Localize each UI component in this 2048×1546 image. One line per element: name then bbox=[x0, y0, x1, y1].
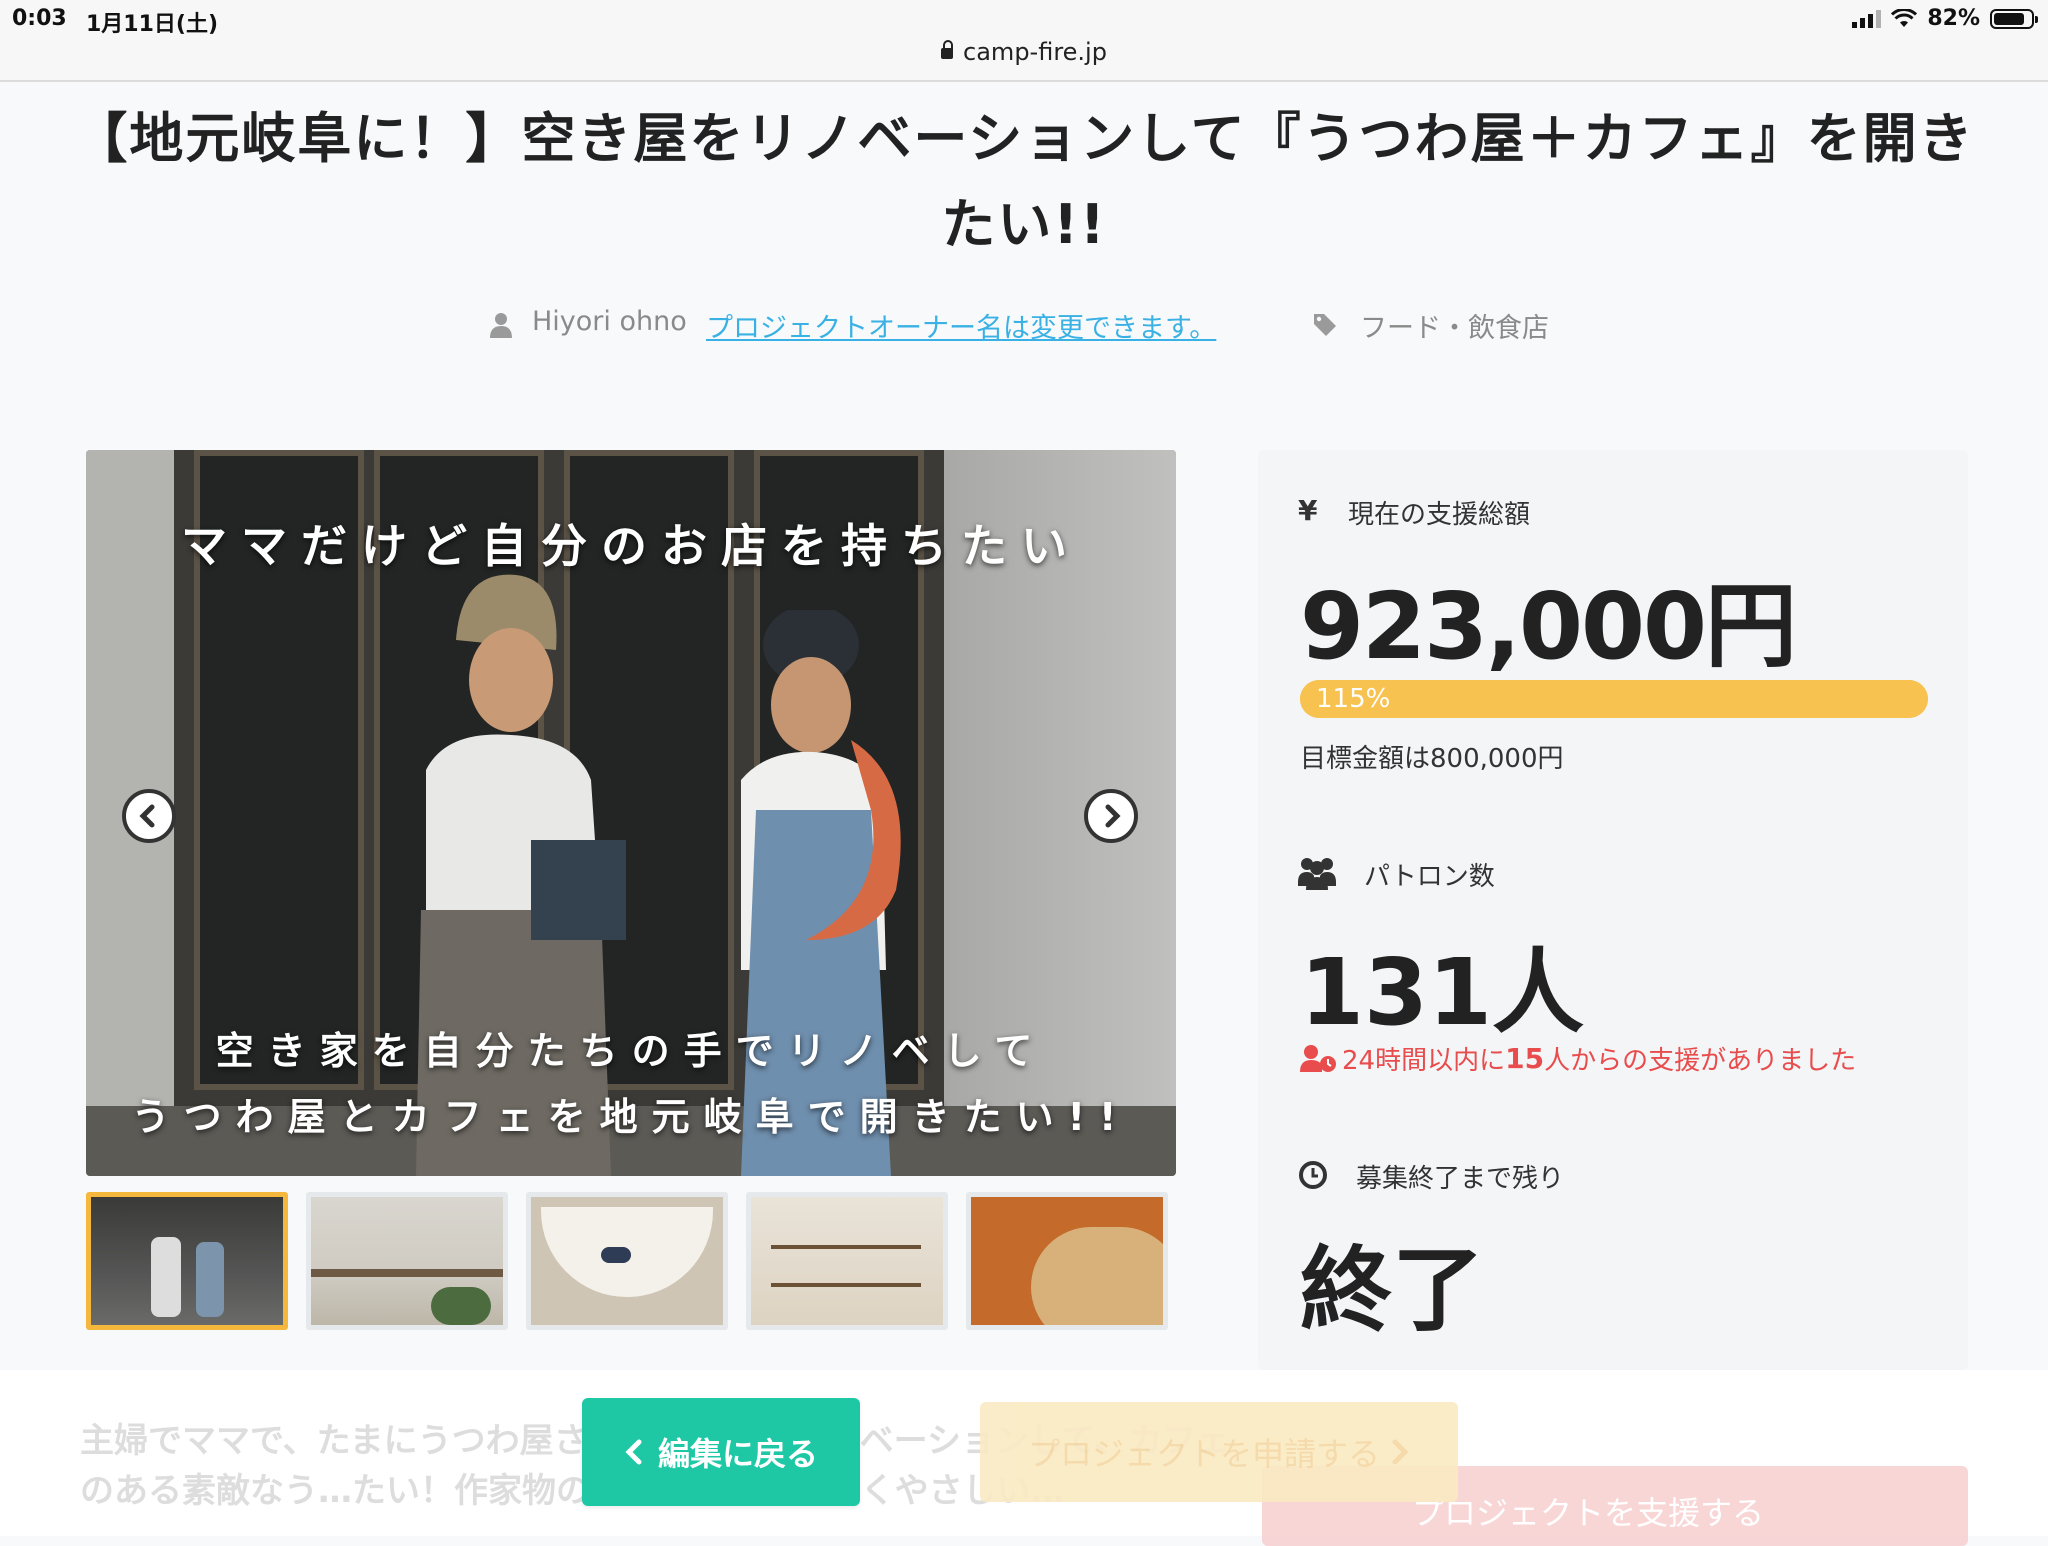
prev-slide-button[interactable] bbox=[122, 789, 176, 843]
amount-value: 923,000円 bbox=[1300, 573, 1797, 680]
yen-icon: ¥ bbox=[1298, 494, 1318, 527]
thumbnail-1[interactable] bbox=[86, 1192, 288, 1330]
image-caption-bottom-1: 空き家を自分たちの手でリノベして bbox=[215, 1029, 1047, 1073]
apply-project-button[interactable]: プロジェクトを申請する bbox=[980, 1402, 1458, 1502]
progress-percent: 115% bbox=[1316, 684, 1391, 714]
project-title: 【地元岐阜に！】空き屋をリノベーションして『うつわ屋＋カフェ』を開きたい!! bbox=[73, 107, 1975, 256]
back-label: 編集に戻る bbox=[657, 1435, 818, 1473]
battery-icon bbox=[1990, 8, 2038, 29]
chevron-right-icon bbox=[1392, 1439, 1409, 1465]
main-project-image[interactable]: ママだけど自分のお店を持ちたい 空き家を自分たちの手でリノベして うつわ屋とカフ… bbox=[86, 450, 1176, 1176]
status-bar: 0:03 1月11日(土) 82% camp-fire.jp bbox=[0, 0, 2048, 82]
owner-name-link[interactable]: プロジェクトオーナー名は変更できます。 bbox=[706, 306, 1216, 345]
user-icon bbox=[490, 313, 512, 338]
back-to-edit-button[interactable]: 編集に戻る bbox=[582, 1398, 860, 1506]
progress-fill bbox=[1300, 680, 1928, 718]
address-bar[interactable]: camp-fire.jp bbox=[0, 38, 2048, 66]
owner-name: Hiyori ohno bbox=[532, 306, 687, 337]
patrons-label: パトロン数 bbox=[1364, 862, 1495, 892]
status-date: 1月11日(土) bbox=[86, 12, 219, 37]
remaining-value: 終了 bbox=[1300, 1237, 1485, 1344]
amount-label: 現在の支援総額 bbox=[1348, 500, 1531, 530]
lock-icon bbox=[941, 40, 954, 59]
url-text: camp-fire.jp bbox=[963, 38, 1107, 66]
image-caption-top: ママだけど自分のお店を持ちたい bbox=[181, 519, 1081, 573]
next-slide-button[interactable] bbox=[1084, 789, 1138, 843]
progress-bar: 115% bbox=[1300, 680, 1928, 718]
clock-icon bbox=[1299, 1161, 1327, 1189]
recent-support-notice: 24時間以内に 15 人からの支援がありました bbox=[1300, 1040, 1856, 1077]
image-caption-bottom-2: うつわ屋とカフェを地元岐阜で開きたい!! bbox=[131, 1095, 1131, 1139]
ghost-label: プロジェクトを支援する bbox=[1412, 1494, 1765, 1532]
thumbnail-4[interactable] bbox=[746, 1192, 948, 1330]
thumbnail-2[interactable] bbox=[306, 1192, 508, 1330]
signal-icon bbox=[1852, 9, 1882, 28]
tag-icon bbox=[1314, 314, 1336, 336]
recent-suffix: 人からの支援がありました bbox=[1544, 1046, 1857, 1076]
recent-prefix: 24時間以内に bbox=[1342, 1046, 1506, 1076]
chevron-right-icon bbox=[1105, 804, 1121, 828]
goal-amount: 目標金額は800,000円 bbox=[1300, 744, 1564, 774]
recent-count: 15 bbox=[1505, 1042, 1545, 1075]
category-label[interactable]: フード・飲食店 bbox=[1360, 306, 1549, 345]
thumbnail-5[interactable] bbox=[966, 1192, 1168, 1330]
status-time: 0:03 bbox=[12, 6, 67, 31]
patrons-value: 131人 bbox=[1300, 939, 1585, 1046]
chevron-left-icon bbox=[139, 804, 155, 828]
wifi-icon bbox=[1891, 8, 1918, 27]
patrons-icon bbox=[1298, 858, 1336, 890]
thumbnail-3[interactable] bbox=[526, 1192, 728, 1330]
status-indicators: 82% bbox=[1852, 6, 2038, 31]
battery-percent: 82% bbox=[1927, 6, 1980, 31]
user-clock-icon bbox=[1300, 1044, 1336, 1072]
apply-label: プロジェクトを申請する bbox=[1027, 1435, 1380, 1473]
chevron-left-icon bbox=[625, 1439, 642, 1465]
remaining-label: 募集終了まで残り bbox=[1356, 1164, 1565, 1194]
